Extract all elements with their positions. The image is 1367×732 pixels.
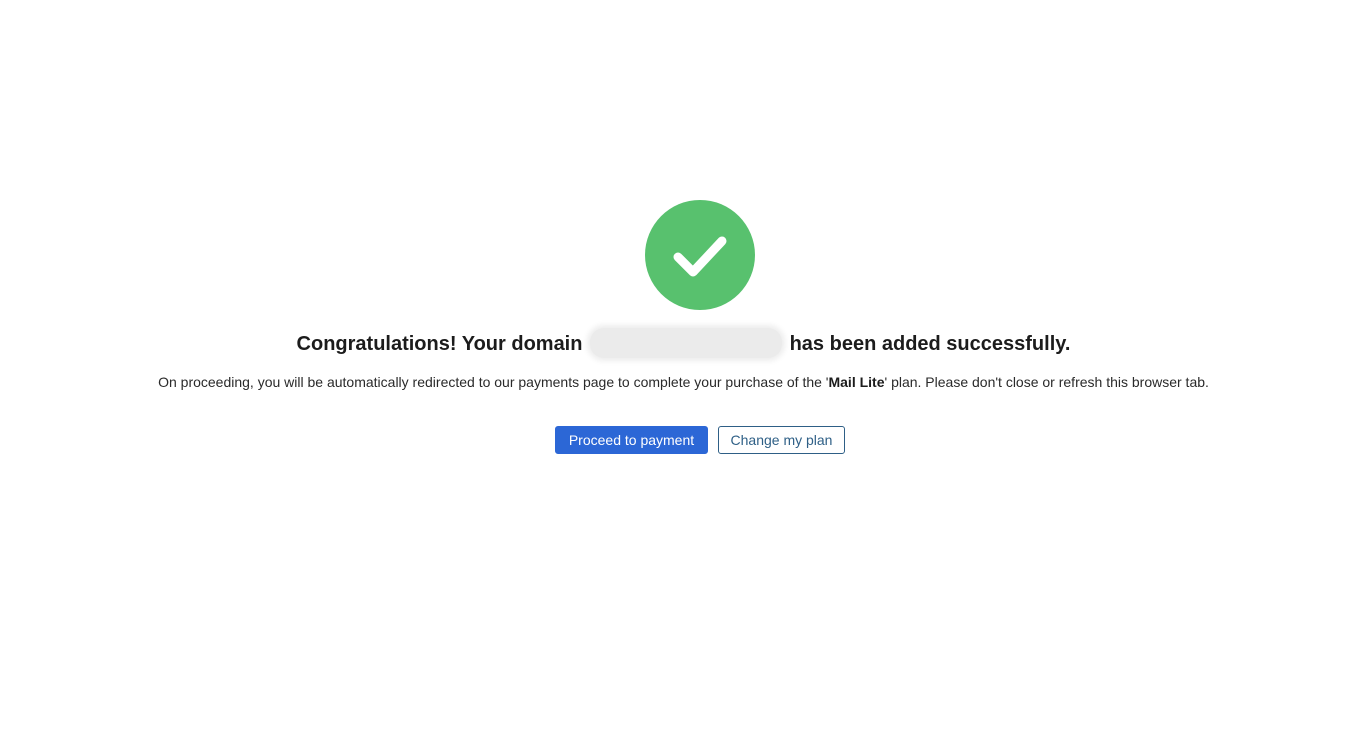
message-before-plan: On proceeding, you will be automatically…: [158, 374, 829, 390]
success-headline: Congratulations! Your domain has been ad…: [0, 327, 1367, 358]
proceed-to-payment-button[interactable]: Proceed to payment: [555, 426, 708, 454]
confirmation-page: Congratulations! Your domain has been ad…: [0, 0, 1367, 732]
headline-suffix: has been added successfully.: [789, 333, 1071, 355]
redacted-domain: [590, 327, 783, 358]
message-after-plan: ' plan. Please don't close or refresh th…: [884, 374, 1209, 390]
change-my-plan-button[interactable]: Change my plan: [718, 426, 845, 454]
plan-name: Mail Lite: [828, 374, 885, 390]
redirect-message: On proceeding, you will be automatically…: [0, 373, 1367, 391]
check-circle-icon: [645, 200, 755, 310]
headline-prefix: Congratulations! Your domain: [296, 333, 583, 355]
checkmark-icon: [673, 236, 727, 277]
